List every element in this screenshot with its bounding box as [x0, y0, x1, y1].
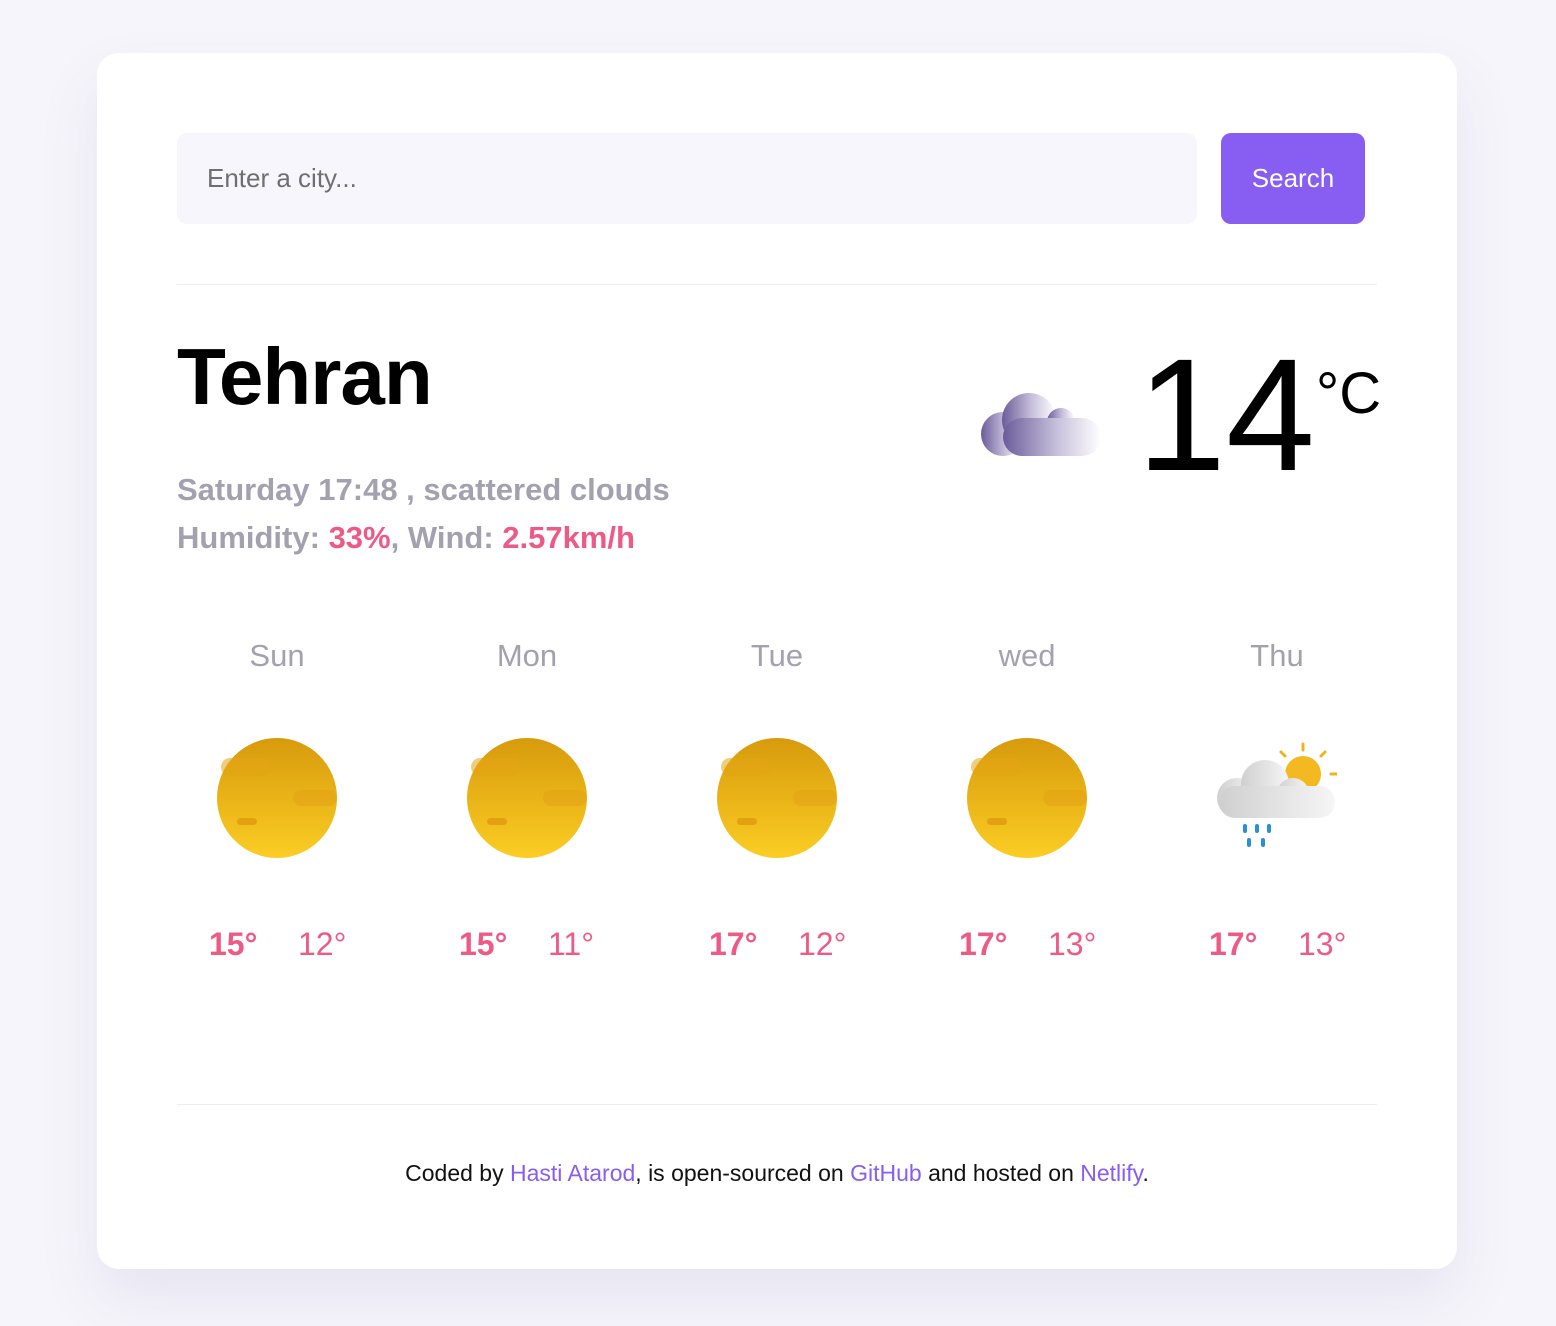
- sun-icon: [467, 738, 587, 858]
- forecast-max-temp: 15°: [459, 926, 508, 962]
- forecast-max-temp: 17°: [1209, 926, 1258, 962]
- forecast-day-name: Mon: [496, 638, 558, 673]
- forecast-min-temp: 12°: [798, 926, 847, 962]
- forecast-day-name: Sun: [249, 638, 305, 673]
- bottom-divider: [177, 1104, 1377, 1105]
- sun-icon: [217, 738, 337, 858]
- humidity-label: Humidity:: [177, 520, 320, 555]
- netlify-link[interactable]: Netlify: [1080, 1160, 1142, 1186]
- top-divider: [177, 284, 1377, 285]
- date-description-line: Saturday 17:48 , scattered clouds: [177, 472, 670, 507]
- footer: Coded by Hasti Atarod, is open-sourced o…: [97, 1160, 1457, 1187]
- current-temperature: 14: [1137, 325, 1315, 504]
- forecast-day: wed 17° 13°: [927, 638, 1127, 962]
- city-search-input[interactable]: [177, 133, 1197, 224]
- forecast-day: Thu 17° 13°: [1177, 638, 1377, 962]
- forecast-max-temp: 17°: [709, 926, 758, 962]
- forecast-day-name: wed: [998, 638, 1056, 673]
- day-time: Saturday 17:48: [177, 472, 398, 507]
- wind-label: Wind:: [407, 520, 494, 555]
- footer-hosted-text: and hosted on: [928, 1160, 1074, 1186]
- forecast-max-temp: 17°: [959, 926, 1008, 962]
- search-button[interactable]: Search: [1221, 133, 1365, 224]
- wind-value: 2.57km/h: [502, 520, 635, 555]
- forecast-day: Mon 15° 11°: [427, 638, 627, 962]
- sun-icon: [717, 738, 837, 858]
- temperature-unit: °C: [1316, 361, 1382, 426]
- forecast-day-name: Tue: [750, 638, 804, 673]
- forecast-day-name: Thu: [1250, 638, 1304, 673]
- weather-description: scattered clouds: [423, 472, 670, 507]
- author-link[interactable]: Hasti Atarod: [510, 1160, 635, 1186]
- footer-prefix: Coded by: [405, 1160, 504, 1186]
- forecast-day: Tue 17° 12°: [677, 638, 877, 962]
- sun-icon: [967, 738, 1087, 858]
- forecast-list: Sun 15° 12° Mon 15° 11° Tue 17° 12° wed: [177, 638, 1427, 978]
- forecast-max-temp: 15°: [209, 926, 258, 962]
- humidity-value: 33%: [328, 520, 391, 555]
- scattered-clouds-icon: [979, 388, 1103, 460]
- city-name: Tehran: [177, 332, 433, 421]
- humidity-wind-line: Humidity: 33%, Wind: 2.57km/h: [177, 520, 635, 555]
- footer-middle: , is open-sourced on: [635, 1160, 844, 1186]
- github-link[interactable]: GitHub: [850, 1160, 922, 1186]
- forecast-day: Sun 15° 12°: [177, 638, 377, 962]
- forecast-min-temp: 13°: [1048, 926, 1097, 962]
- weather-card: Search Tehran Saturday 17:48 , scattered…: [97, 53, 1457, 1269]
- current-details: Saturday 17:48 , scattered clouds Humidi…: [177, 466, 670, 562]
- rain-sun-cloud-icon: [1217, 738, 1339, 858]
- forecast-min-temp: 11°: [548, 926, 595, 962]
- footer-suffix: .: [1142, 1160, 1149, 1186]
- search-form: Search: [177, 133, 1377, 224]
- forecast-min-temp: 13°: [1298, 926, 1347, 962]
- forecast-min-temp: 12°: [298, 926, 347, 962]
